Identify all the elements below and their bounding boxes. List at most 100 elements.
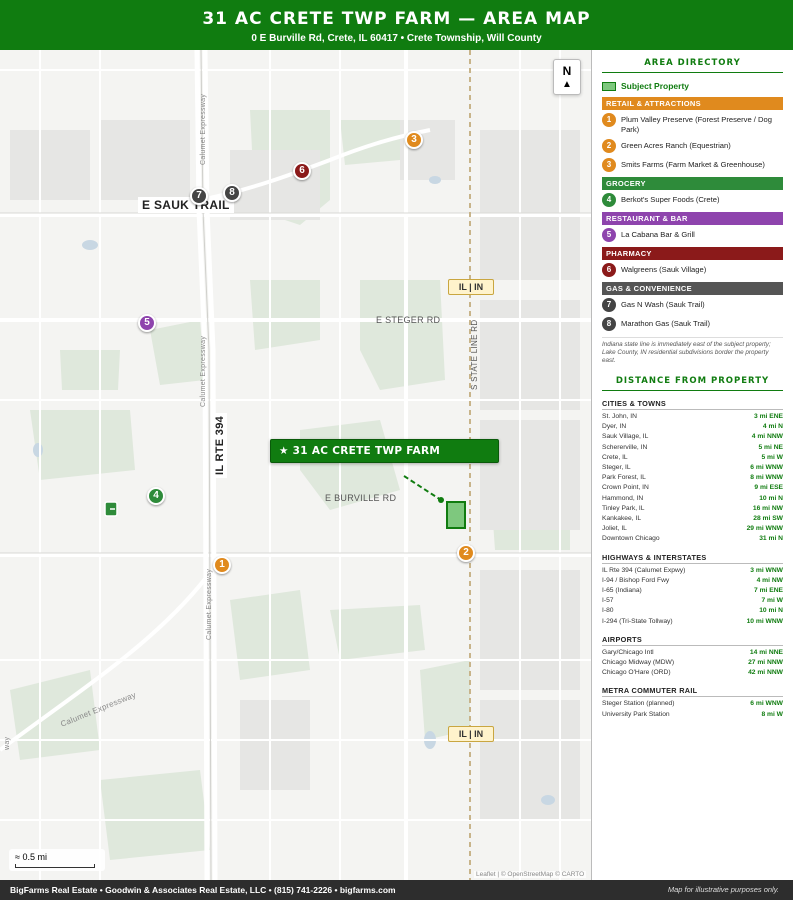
entry-name: Berkot's Super Foods (Crete) [621,195,720,204]
distance-place: Dyer, IN [602,423,627,431]
distance-row: Steger, IL 6 mi WNW [602,463,783,473]
distance-value: 42 mi NNW [748,669,783,677]
distance-value: 7 mi W [761,597,783,605]
label-expressway-edge: way [4,736,11,750]
directory-entry[interactable]: 5 La Cabana Bar & Grill [602,228,783,242]
north-label: N [562,64,572,78]
distance-place: I-294 (Tri-State Tollway) [602,617,673,625]
area-directory-title: AREA DIRECTORY [602,58,783,73]
label-calumet-expressway: Calumet Expressway [200,335,207,407]
category-pharmacy: PHARMACY [602,247,783,260]
distance-value: 9 mi ESE [754,484,783,492]
directory-entry[interactable]: 7 Gas N Wash (Sauk Trail) [602,298,783,312]
label-e-steger-rd: E STEGER RD [376,315,441,325]
north-arrow-icon: ▲ [562,79,572,90]
distance-row: Schererville, IN 5 mi NE [602,443,783,453]
map-marker-1[interactable]: 1 [213,556,231,574]
distance-place: University Park Station [602,710,670,718]
subject-parcel[interactable] [446,501,466,529]
distance-row: Crete, IL 5 mi W [602,453,783,463]
distance-row: Park Forest, IL 8 mi WNW [602,473,783,483]
state-line-note: Indiana state line is immediately east o… [602,337,783,365]
label-e-burville-rd: E BURVILLE RD [325,493,397,503]
map-marker-5[interactable]: 5 [138,314,156,332]
label-calumet-expressway: Calumet Expressway [200,93,207,165]
distance-row: Kankakee, IL 28 mi SW [602,514,783,524]
highways-list: IL Rte 394 (Calumet Expwy) 3 mi WNW I-94 /… [602,566,783,627]
category-gas: GAS & CONVENIENCE [602,282,783,295]
subject-property-callout[interactable]: ★ 31 AC CRETE TWP FARM [270,439,499,463]
entry-name: Walgreens (Sauk Village) [621,265,707,274]
entry-name: Green Acres Ranch (Equestrian) [621,141,731,150]
distance-value: 28 mi SW [753,515,783,523]
distance-value: 10 mi N [759,494,783,502]
state-line-badge: IL | IN [448,726,494,742]
distance-place: I-65 (Indiana) [602,587,642,595]
distance-value: 4 mi NNW [751,433,783,441]
directory-entry[interactable]: 1 Plum Valley Preserve (Forest Preserve … [602,113,783,134]
distance-place: Kankakee, IL [602,515,642,523]
subject-legend: Subject Property [602,81,783,91]
distance-row: Steger Station (planned) 6 mi WNW [602,699,783,709]
distance-value: 29 mi WNW [746,525,783,533]
distance-row: I-294 (Tri-State Tollway) 10 mi WNW [602,617,783,627]
page-title: 31 AC CRETE TWP FARM — AREA MAP [202,9,591,29]
map-marker-7[interactable]: 7 [190,187,208,205]
entry-number-badge: 8 [602,317,616,331]
distance-place: Sauk Village, IL [602,433,649,441]
distance-row: Chicago O'Hare (ORD) 42 mi NNW [602,668,783,678]
entry-number-badge: 4 [602,193,616,207]
distance-place: Schererville, IN [602,443,648,451]
map-attribution[interactable]: Leaflet | © OpenStreetMap © CARTO [474,871,587,878]
footer-disclaimer: Map for illustrative purposes only. [667,885,779,894]
entry-number-badge: 5 [602,228,616,242]
distance-row: Gary/Chicago Intl 14 mi NNE [602,648,783,658]
distance-place: IL Rte 394 (Calumet Expwy) [602,566,686,574]
state-line-badge: IL | IN [448,279,494,295]
map-header: 31 AC CRETE TWP FARM — AREA MAP 0 E Burv… [0,0,793,50]
directory-entry[interactable]: 3 Smits Farms (Farm Market & Greenhouse) [602,158,783,172]
map-marker-3[interactable]: 3 [405,131,423,149]
map-marker-2[interactable]: 2 [457,544,475,562]
cities-list: St. John, IN 3 mi ENE Dyer, IN 4 mi N Sauk V… [602,412,783,545]
directory-entry[interactable]: 4 Berkot's Super Foods (Crete) [602,193,783,207]
scale-bar-line [15,864,95,868]
distance-place: Downtown Chicago [602,535,660,543]
scale-label: ≈ 0.5 mi [15,852,47,862]
distance-place: I-94 / Bishop Ford Fwy [602,576,670,584]
map-marker-8[interactable]: 8 [223,184,241,202]
entry-number-badge: 1 [602,113,616,127]
group-highways-title: HIGHWAYS & INTERSTATES [602,553,783,564]
group-cities-title: CITIES & TOWNS [602,399,783,410]
group-airports-title: AIRPORTS [602,635,783,646]
distance-row: St. John, IN 3 mi ENE [602,412,783,422]
distance-value: 10 mi WNW [746,617,783,625]
label-e-sauk-trail: E SAUK TRAIL [138,197,234,213]
map-marker-4[interactable]: 4 [147,487,165,505]
distance-row: Hammond, IN 10 mi N [602,494,783,504]
distance-place: Hammond, IN [602,494,644,502]
entry-name: La Cabana Bar & Grill [621,230,695,239]
scale-bar: ≈ 0.5 mi [9,849,105,871]
map-marker-6[interactable]: 6 [293,162,311,180]
distance-row: Dyer, IN 4 mi N [602,422,783,432]
distance-value: 6 mi WNW [750,700,783,708]
metra-list: Steger Station (planned) 6 mi WNW Universi… [602,699,783,719]
distance-place: Gary/Chicago Intl [602,648,654,656]
entry-number-badge: 7 [602,298,616,312]
distance-value: 6 mi WNW [750,464,783,472]
distance-row: Sauk Village, IL 4 mi NNW [602,432,783,442]
distance-value: 5 mi W [761,453,783,461]
distance-value: 10 mi N [759,607,783,615]
group-metra-title: METRA COMMUTER RAIL [602,686,783,698]
distance-value: 4 mi N [762,423,783,431]
label-il-rte-394: IL RTE 394 [213,412,227,478]
directory-entry[interactable]: 6 Walgreens (Sauk Village) [602,263,783,277]
distance-row: Crown Point, IN 9 mi ESE [602,483,783,493]
north-arrow: N ▲ [553,59,581,95]
directory-entry[interactable]: 8 Marathon Gas (Sauk Trail) [602,317,783,331]
directory-entry[interactable]: 2 Green Acres Ranch (Equestrian) [602,139,783,153]
distance-row: University Park Station 8 mi W [602,710,783,720]
distance-row: Downtown Chicago 31 mi N [602,534,783,544]
area-map[interactable]: E SAUK TRAIL E STEGER RD E BURVILLE RD I… [0,50,592,880]
